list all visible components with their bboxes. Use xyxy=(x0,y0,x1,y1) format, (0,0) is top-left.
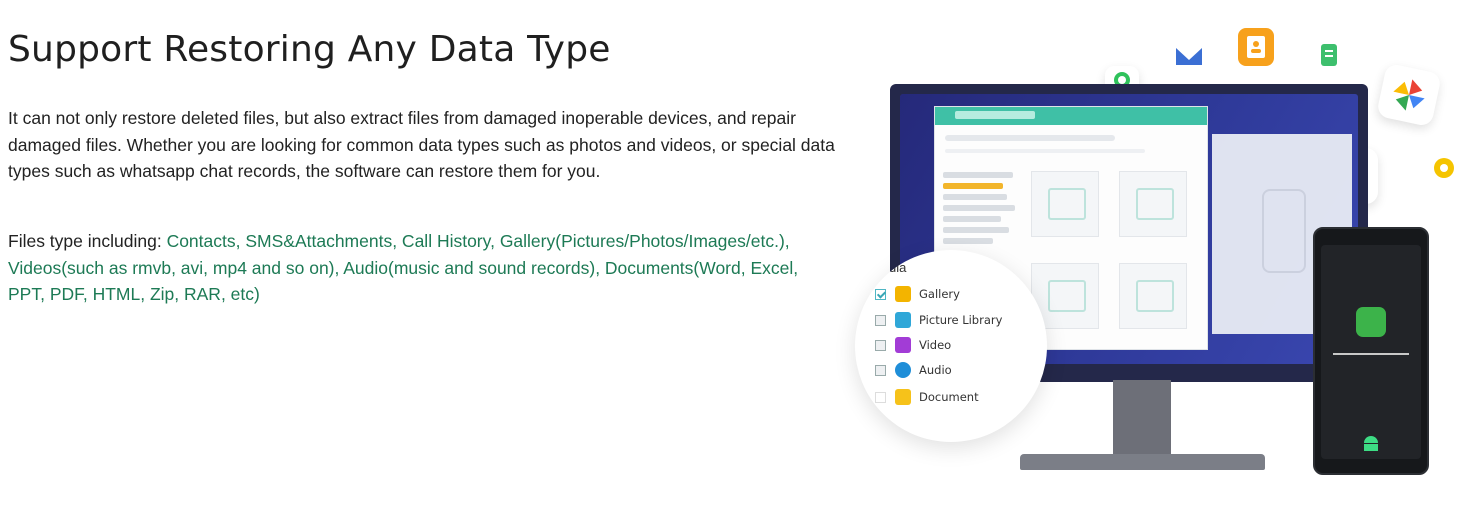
mail-icon xyxy=(1175,46,1203,66)
picture-library-label: Picture Library xyxy=(919,313,1003,327)
photos-pinwheel-icon xyxy=(1375,62,1443,128)
phone-app-icon xyxy=(1356,307,1386,337)
audio-checkbox[interactable] xyxy=(875,364,886,376)
section-title: Support Restoring Any Data Type xyxy=(8,29,611,70)
gallery-label: Gallery xyxy=(919,287,960,301)
document-label: Document xyxy=(919,390,979,404)
files-type-paragraph: Files type including: Contacts, SMS&Atta… xyxy=(8,228,838,308)
picture-library-icon xyxy=(895,312,911,328)
section-description: It can not only restore deleted files, b… xyxy=(8,108,835,181)
picture-library-checkbox[interactable] xyxy=(875,314,886,326)
gallery-checkbox[interactable] xyxy=(875,288,886,300)
file-type-picture-library[interactable]: Picture Library xyxy=(875,310,1002,330)
file-type-video[interactable]: Video xyxy=(875,335,951,355)
file-type-audio[interactable]: Audio xyxy=(875,360,952,380)
file-type-magnifier: dia Gallery Picture Library Video Audio … xyxy=(855,250,1047,442)
notes-icon xyxy=(1318,42,1340,70)
video-label: Video xyxy=(919,338,952,352)
video-checkbox[interactable] xyxy=(875,339,886,351)
files-type-prefix: Files type including: xyxy=(8,231,167,251)
device-tree xyxy=(943,167,1023,249)
contacts-icon xyxy=(1238,28,1274,66)
android-phone xyxy=(1313,227,1429,475)
product-illustration: dia Gallery Picture Library Video Audio … xyxy=(855,22,1455,482)
document-checkbox[interactable] xyxy=(875,391,886,403)
monitor-stand xyxy=(1113,380,1171,460)
file-type-document[interactable]: Document xyxy=(875,387,979,407)
file-type-gallery[interactable]: Gallery xyxy=(875,284,960,304)
music-note-icon xyxy=(1434,158,1454,178)
circle-header: dia xyxy=(889,260,907,275)
document-icon xyxy=(895,389,911,405)
audio-label: Audio xyxy=(919,363,952,377)
android-robot-icon xyxy=(1361,435,1381,451)
gallery-icon xyxy=(895,286,911,302)
monitor-base xyxy=(1020,454,1265,470)
phone-progress-bar xyxy=(1333,353,1409,355)
video-icon xyxy=(895,337,911,353)
audio-icon xyxy=(895,362,911,378)
